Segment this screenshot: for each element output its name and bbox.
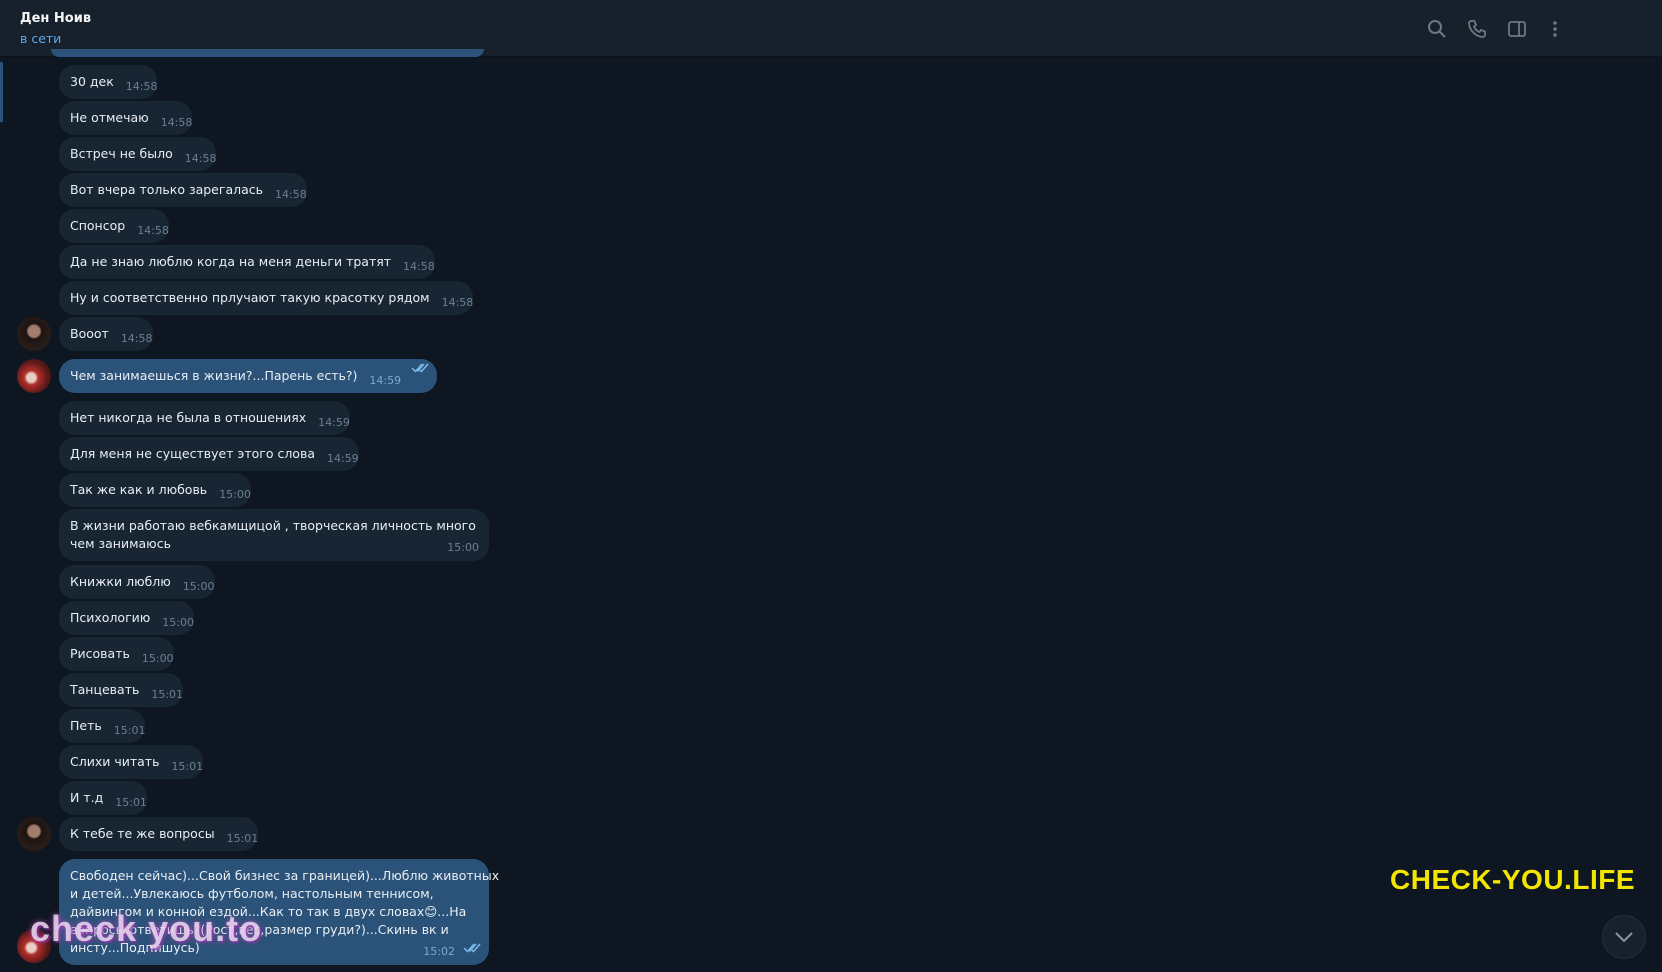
own-avatar[interactable] <box>17 359 51 393</box>
message-bubble[interactable]: 30 дек 14:58 <box>59 65 158 99</box>
message-bubble[interactable]: Рисовать 15:00 <box>59 637 174 671</box>
watermark-text: check you.to <box>30 908 263 949</box>
message-time: 15:01 <box>226 832 259 845</box>
message-time: 15:00 <box>182 580 215 593</box>
message-time: 15:01 <box>113 724 146 737</box>
message-time: 14:59 <box>369 374 402 387</box>
contact-avatar[interactable] <box>17 317 51 351</box>
previous-message-edge <box>51 49 484 57</box>
message-bubble[interactable]: Да не знаю люблю когда на меня деньги тр… <box>59 245 435 279</box>
chevron-down-icon <box>1615 932 1633 943</box>
message-bubble[interactable]: В жизни работаю вебкамщицой , творческая… <box>59 509 489 561</box>
more-vertical-icon[interactable] <box>1544 18 1566 40</box>
message-time: 14:59 <box>318 416 350 429</box>
phone-icon[interactable] <box>1466 18 1488 40</box>
message-bubble[interactable]: К тебе те же вопросы 15:01 <box>59 817 259 851</box>
message-time: 14:58 <box>275 188 307 201</box>
message-time: 14:58 <box>441 296 474 309</box>
message-time: 14:59 <box>326 452 359 465</box>
message-time: 15:01 <box>171 760 204 773</box>
message-time: 14:58 <box>125 80 158 93</box>
contact-name[interactable]: Ден Ноив <box>20 11 91 26</box>
message-time: 14:58 <box>160 116 193 129</box>
message-bubble[interactable]: Книжки люблю 15:00 <box>59 565 215 599</box>
sidebar-toggle-icon[interactable] <box>1506 18 1528 40</box>
message-bubble[interactable]: Танцевать 15:01 <box>59 673 184 707</box>
message-bubble[interactable]: Встреч не было 14:58 <box>59 137 217 171</box>
message-bubble[interactable]: Нет никогда не была в отношениях 14:59 <box>59 401 350 435</box>
message-time: 15:00 <box>447 541 479 554</box>
message-list[interactable]: 30 дек 14:58 Не отмечаю 14:58 Встреч не бы… <box>0 57 1662 972</box>
contact-status: в сети <box>20 31 62 46</box>
message-time: 14:58 <box>184 152 217 165</box>
message-time: 15:00 <box>162 616 194 629</box>
message-bubble[interactable]: Петь 15:01 <box>59 709 146 743</box>
message-time: 15:01 <box>151 688 184 701</box>
double-check-icon <box>463 941 481 959</box>
double-check-icon <box>411 353 429 387</box>
message-bubble[interactable]: Для меня не существует этого слова 14:59 <box>59 437 359 471</box>
message-bubble[interactable]: Спонсор 14:58 <box>59 209 169 243</box>
message-bubble[interactable]: И т.д 15:01 <box>59 781 147 815</box>
message-bubble[interactable]: Вооот 14:58 <box>59 317 153 351</box>
message-time: 15:00 <box>141 652 174 665</box>
message-bubble[interactable]: Психологию 15:00 <box>59 601 194 635</box>
message-bubble[interactable]: Так же как и любовь 15:00 <box>59 473 251 507</box>
message-time: 15:01 <box>115 796 147 809</box>
message-bubble[interactable]: Ну и соответственно прлучают такую красо… <box>59 281 474 315</box>
message-time: 15:02 <box>423 945 455 958</box>
message-time: 14:58 <box>403 260 435 273</box>
contact-avatar[interactable] <box>17 817 51 851</box>
message-time: 14:58 <box>137 224 169 237</box>
message-time: 14:58 <box>120 332 153 345</box>
search-icon[interactable] <box>1426 18 1448 40</box>
message-time: 15:00 <box>219 488 251 501</box>
brand-overlay-text: CHECK-YOU.LIFE <box>1390 864 1635 895</box>
message-bubble[interactable]: Вот вчера только зарегалась 14:58 <box>59 173 307 207</box>
message-bubble[interactable]: Не отмечаю 14:58 <box>59 101 193 135</box>
outgoing-message-bubble[interactable]: Чем занимаешься в жизни?...Парень есть?)… <box>59 359 438 393</box>
scroll-to-bottom-button[interactable] <box>1602 915 1646 959</box>
message-bubble[interactable]: Слихи читать 15:01 <box>59 745 204 779</box>
